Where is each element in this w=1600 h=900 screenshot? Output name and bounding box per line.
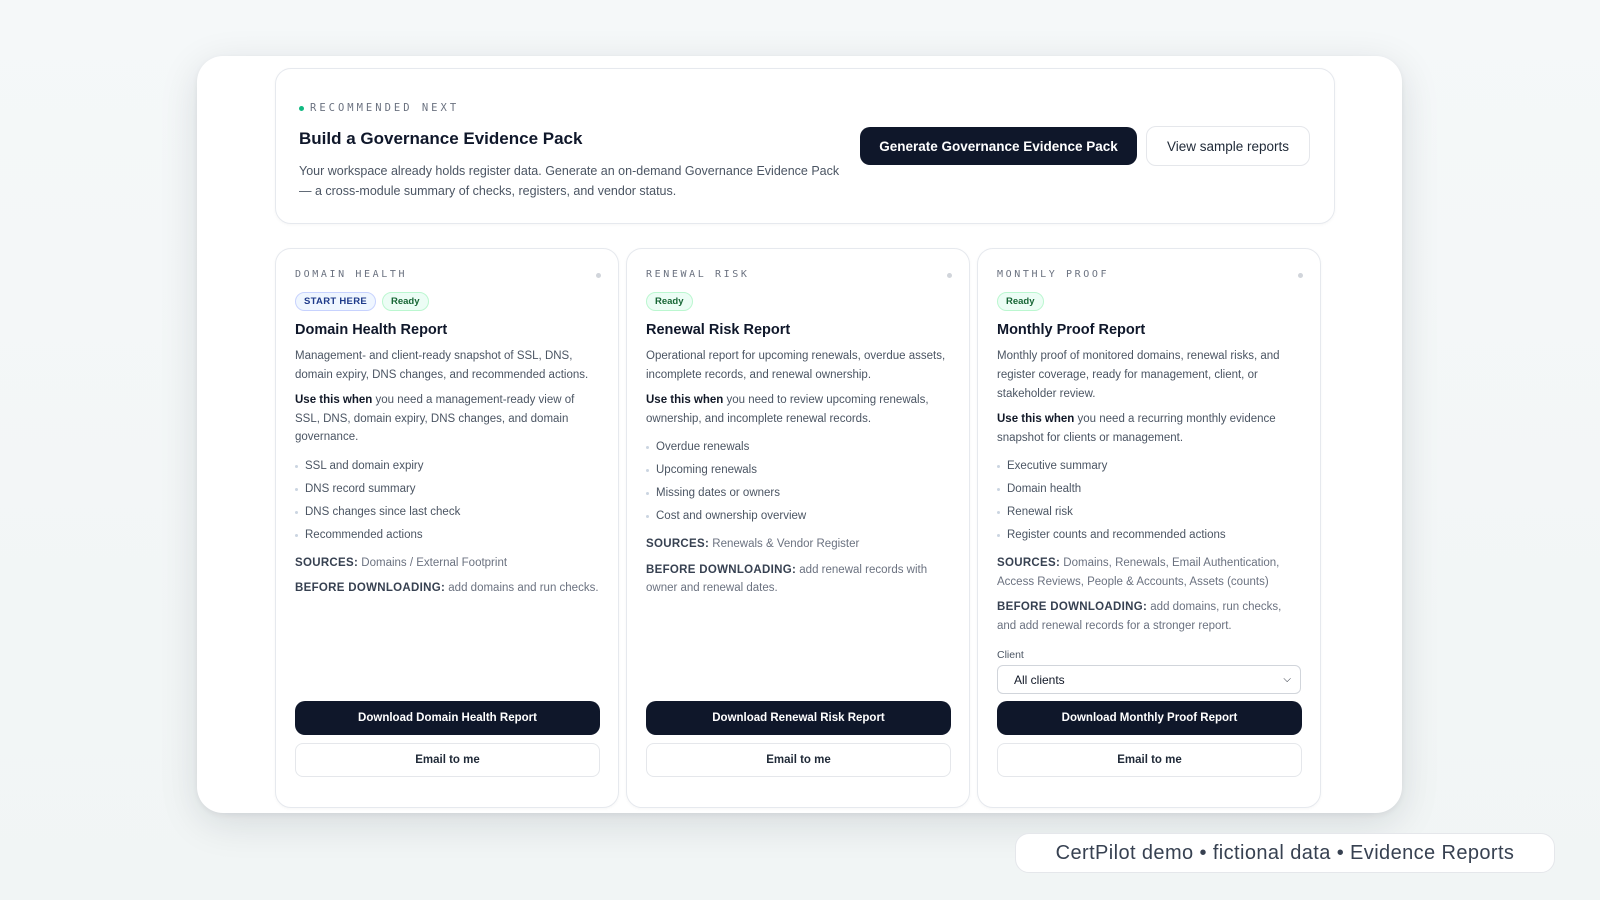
bullet-icon xyxy=(295,533,298,537)
bullet-icon xyxy=(997,465,1000,468)
before-downloading-detail: add domains and run checks. xyxy=(445,582,599,594)
list-item-label: Cost and ownership overview xyxy=(656,510,807,522)
before-downloading-label: BEFORE DOWNLOADING: xyxy=(295,582,446,594)
download-domain-health-button[interactable]: Download Domain Health Report xyxy=(295,701,600,735)
list-item-label: Missing dates or owners xyxy=(656,487,780,499)
list-item-label: Upcoming renewals xyxy=(656,464,757,476)
list-item: Register counts and recommended actions xyxy=(997,524,1301,547)
bullet-icon xyxy=(646,446,649,449)
app-frame: RECOMMENDED NEXT Build a Governance Evid… xyxy=(197,56,1402,813)
list-item-label: Executive summary xyxy=(1007,460,1108,472)
before-downloading-label: BEFORE DOWNLOADING: xyxy=(997,601,1148,613)
view-sample-reports-button[interactable]: View sample reports xyxy=(1146,126,1310,166)
status-dot-icon xyxy=(299,105,304,111)
sources-text: SOURCES: Domains, Renewals, Email Authen… xyxy=(997,554,1301,591)
generate-governance-pack-button[interactable]: Generate Governance Evidence Pack xyxy=(860,127,1137,165)
bullet-icon xyxy=(997,511,1000,514)
list-item-label: Recommended actions xyxy=(305,528,423,541)
list-item-label: Register counts and recommended actions xyxy=(1007,529,1226,541)
ready-badge: Ready xyxy=(382,292,429,311)
ready-badge: Ready xyxy=(646,292,693,311)
recommended-eyebrow-label: RECOMMENDED NEXT xyxy=(310,102,460,114)
card-description: Monthly proof of monitored domains, rene… xyxy=(997,350,1280,400)
recommended-eyebrow: RECOMMENDED NEXT xyxy=(299,102,459,114)
card-title: Domain Health Report xyxy=(295,322,448,338)
list-item: Missing dates or owners xyxy=(646,482,950,505)
email-to-me-button[interactable]: Email to me xyxy=(295,743,600,777)
list-item-label: Renewal risk xyxy=(1007,506,1073,518)
client-select-value: All clients xyxy=(1014,672,1065,687)
bullet-icon xyxy=(646,469,649,472)
bullet-icon xyxy=(295,510,298,514)
sources-label: SOURCES: xyxy=(295,556,359,569)
sources-detail: Renewals & Vendor Register xyxy=(709,538,860,550)
badge-group: Ready xyxy=(646,292,950,312)
card-eyebrow: MONTHLY PROOF xyxy=(997,269,1110,280)
list-item: DNS record summary xyxy=(295,478,599,501)
sources-text: SOURCES: Renewals & Vendor Register xyxy=(646,535,950,554)
email-to-me-button[interactable]: Email to me xyxy=(997,743,1302,777)
list-item: Upcoming renewals xyxy=(646,459,950,482)
download-monthly-proof-button[interactable]: Download Monthly Proof Report xyxy=(997,701,1302,735)
use-when-label: Use this when xyxy=(646,394,724,406)
card-description: Management- and client-ready snapshot of… xyxy=(295,350,589,381)
domain-health-card: DOMAIN HEALTH START HERE Ready Domain He… xyxy=(275,248,619,808)
feature-list: SSL and domain expiry DNS record summary… xyxy=(295,455,599,547)
before-downloading-text: BEFORE DOWNLOADING: add domains, run che… xyxy=(997,598,1301,635)
chevron-down-icon: ⌵ xyxy=(1283,674,1291,685)
bullet-icon xyxy=(295,487,298,491)
client-label: Client xyxy=(997,649,1024,661)
before-downloading-text: BEFORE DOWNLOADING: add domains and run … xyxy=(295,579,599,598)
card-title: Renewal Risk Report xyxy=(646,322,791,338)
use-when-label: Use this when xyxy=(295,394,373,406)
list-item: Overdue renewals xyxy=(646,436,950,459)
feature-list: Overdue renewals Upcoming renewals Missi… xyxy=(646,436,950,528)
renewal-risk-card: RENEWAL RISK Ready Renewal Risk Report O… xyxy=(626,248,970,808)
bullet-icon xyxy=(646,492,649,495)
use-when-text: Use this when you need a recurring month… xyxy=(997,410,1301,447)
list-item-label: SSL and domain expiry xyxy=(305,459,424,472)
start-here-badge: START HERE xyxy=(295,292,376,311)
list-item-label: Overdue renewals xyxy=(656,441,750,453)
before-downloading-label: BEFORE DOWNLOADING: xyxy=(646,563,797,576)
bullet-icon xyxy=(997,488,1000,491)
hero-title: Build a Governance Evidence Pack xyxy=(299,129,583,148)
list-item-label: DNS record summary xyxy=(305,482,416,495)
card-description: Operational report for upcoming renewals… xyxy=(646,350,946,381)
sources-label: SOURCES: xyxy=(997,557,1061,569)
list-item-label: Domain health xyxy=(1007,483,1082,495)
list-item: Domain health xyxy=(997,478,1301,501)
badge-group: START HERE Ready xyxy=(295,292,599,312)
list-item: Executive summary xyxy=(997,455,1301,478)
bullet-icon xyxy=(997,534,1000,537)
before-downloading-text: BEFORE DOWNLOADING: add renewal records … xyxy=(646,561,950,598)
card-title: Monthly Proof Report xyxy=(997,322,1146,338)
list-item: SSL and domain expiry xyxy=(295,455,599,478)
demo-caption-badge: CertPilot demo • fictional data • Eviden… xyxy=(1015,833,1555,873)
bullet-icon xyxy=(646,515,649,518)
feature-list: Executive summary Domain health Renewal … xyxy=(997,455,1301,547)
list-item: Recommended actions xyxy=(295,524,599,547)
list-item-label: DNS changes since last check xyxy=(305,505,461,518)
download-renewal-risk-button[interactable]: Download Renewal Risk Report xyxy=(646,701,951,735)
sources-detail: Domains / External Footprint xyxy=(358,556,508,569)
list-item: DNS changes since last check xyxy=(295,501,599,524)
use-when-label: Use this when xyxy=(997,413,1075,425)
list-item: Cost and ownership overview xyxy=(646,505,950,528)
card-eyebrow: RENEWAL RISK xyxy=(646,269,750,280)
card-eyebrow: DOMAIN HEALTH xyxy=(295,269,408,280)
ready-badge: Ready xyxy=(997,292,1044,311)
client-select[interactable]: All clients ⌵ xyxy=(997,665,1301,694)
sources-label: SOURCES: xyxy=(646,538,710,550)
bullet-icon xyxy=(295,464,298,468)
use-when-text: Use this when you need a management-read… xyxy=(295,391,599,447)
recommended-next-panel: RECOMMENDED NEXT Build a Governance Evid… xyxy=(275,68,1335,224)
use-when-text: Use this when you need to review upcomin… xyxy=(646,391,950,428)
sources-text: SOURCES: Domains / External Footprint xyxy=(295,554,599,573)
monthly-proof-card: MONTHLY PROOF Ready Monthly Proof Report… xyxy=(977,248,1321,808)
hero-description: Your workspace already holds register da… xyxy=(299,164,840,198)
email-to-me-button[interactable]: Email to me xyxy=(646,743,951,777)
list-item: Renewal risk xyxy=(997,501,1301,524)
badge-group: Ready xyxy=(997,292,1301,312)
